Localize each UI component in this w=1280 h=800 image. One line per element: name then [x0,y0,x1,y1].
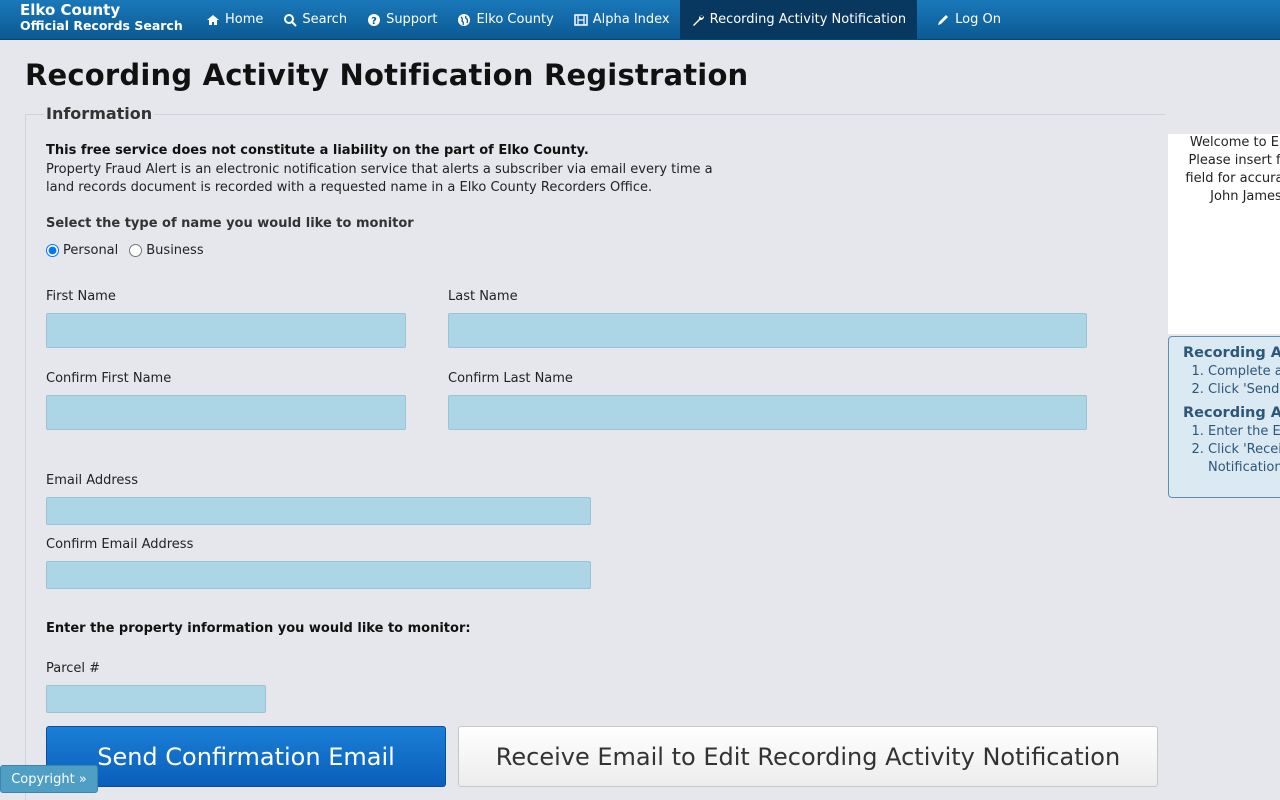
receive-email-edit-button[interactable]: Receive Email to Edit Recording Activity… [458,726,1158,787]
home-icon [206,13,220,27]
nav-alpha-index[interactable]: Alpha Index [564,0,680,39]
nav-home[interactable]: Home [196,0,273,39]
confirm-email-input[interactable] [46,561,591,589]
nav-log-on[interactable]: Log On [917,0,1011,39]
help-section-2-item-2-text: Click 'Recei [1208,442,1280,457]
send-confirmation-email-button[interactable]: Send Confirmation Email [46,726,446,787]
brand-subtitle: Official Records Search [20,18,183,33]
page-title: Recording Activity Notification Registra… [25,58,749,92]
confirm-first-name-label: Confirm First Name [46,371,172,386]
nav-home-label: Home [225,12,264,27]
nav-support[interactable]: ? Support [357,0,447,39]
name-type-label: Select the type of name you would like t… [46,216,414,231]
disclaimer-text: This free service does not constitute a … [46,143,589,158]
globe-icon [457,13,471,27]
radio-business-label: Business [146,243,204,258]
name-type-radio-group: Personal Business [46,243,215,258]
top-navbar: Elko County Official Records Search Home… [0,0,1280,40]
nav-recording-activity-label: Recording Activity Notification [709,12,907,27]
help-section-1-item: Click 'Send [1208,381,1280,399]
confirm-last-name-label: Confirm Last Name [448,371,573,386]
copyright-toggle-button[interactable]: Copyright » [0,765,98,793]
radio-personal-label: Personal [63,243,119,258]
parcel-input[interactable] [46,685,266,713]
radio-personal[interactable]: Personal [46,243,118,258]
pencil-icon [936,13,950,27]
question-icon: ? [367,13,381,27]
film-icon [573,13,588,27]
last-name-input[interactable] [448,313,1087,348]
help-section-2-list: Enter the E Click 'Recei Notification [1208,423,1280,477]
confirm-email-label: Confirm Email Address [46,537,194,552]
wrench-icon [691,13,705,27]
nav-alpha-index-label: Alpha Index [592,12,670,27]
nav-elko-county[interactable]: Elko County [447,0,563,39]
nav-search[interactable]: Search [273,0,357,39]
brand[interactable]: Elko County Official Records Search [0,0,196,39]
help-section-1-title: Recording A [1183,345,1280,361]
nav-log-on-label: Log On [955,12,1001,27]
confirm-last-name-input[interactable] [448,395,1087,430]
property-info-label: Enter the property information you would… [46,621,471,636]
nav-elko-county-label: Elko County [476,12,554,27]
help-panel: Recording A Complete a Click 'Send Recor… [1168,336,1280,498]
welcome-line-4: John James [1210,189,1280,204]
email-label: Email Address [46,473,138,488]
nav-support-label: Support [386,12,438,27]
email-input[interactable] [46,497,591,525]
radio-personal-input[interactable] [46,244,59,257]
last-name-label: Last Name [448,289,518,304]
help-section-2-item: Enter the E [1208,423,1280,441]
nav-search-label: Search [302,12,348,27]
search-icon [283,13,298,27]
welcome-line-1: Welcome to Elk [1189,135,1280,150]
information-legend: Information [44,104,155,123]
nav-recording-activity-notification[interactable]: Recording Activity Notification [679,0,918,39]
radio-business-input[interactable] [129,244,143,257]
welcome-line-3: field for accurac [1185,171,1280,186]
help-section-1-list: Complete a Click 'Send [1208,363,1280,399]
parcel-label: Parcel # [46,661,101,676]
svg-text:?: ? [371,16,377,27]
welcome-panel: Welcome to Elk Please insert fir field f… [1168,134,1280,334]
radio-business[interactable]: Business [129,243,204,258]
description-text: Property Fraud Alert is an electronic no… [46,162,713,195]
first-name-label: First Name [46,289,116,304]
welcome-line-2: Please insert fir [1188,153,1280,168]
help-section-2-title: Recording A [1183,405,1280,421]
brand-title: Elko County [20,1,121,19]
help-section-2-item: Click 'Recei Notification [1208,441,1280,477]
help-section-1-item: Complete a [1208,363,1280,381]
help-section-2-item-2-cont: Notification [1208,460,1280,475]
confirm-first-name-input[interactable] [46,395,406,430]
first-name-input[interactable] [46,313,406,348]
